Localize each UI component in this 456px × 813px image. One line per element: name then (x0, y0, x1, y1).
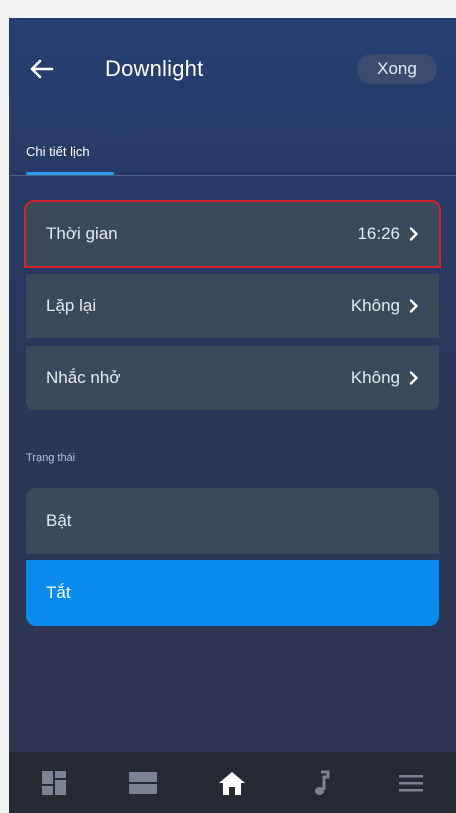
status-options: Bật Tắt (26, 488, 439, 626)
repeat-value: Không (350, 296, 400, 315)
chevron-right-icon (409, 371, 418, 385)
dashboard-icon (41, 770, 66, 795)
tab-schedule-details[interactable]: Chi tiết lịch (26, 144, 90, 159)
reminder-row[interactable]: Nhắc nhở Không (26, 346, 439, 410)
nav-item-dashboard[interactable] (34, 763, 74, 803)
music-icon (314, 770, 330, 795)
tab-divider (9, 175, 456, 176)
reminder-value-group: Không (351, 368, 419, 388)
header: Downlight Xong (9, 18, 456, 118)
bottom-nav (9, 752, 456, 813)
back-button[interactable] (27, 54, 57, 84)
time-value-group: 16:26 (357, 224, 419, 244)
repeat-label: Lặp lại (46, 296, 97, 315)
nav-item-home[interactable] (212, 763, 252, 803)
repeat-value-group: Không (351, 296, 419, 316)
page-title: Downlight (105, 56, 204, 81)
repeat-row[interactable]: Lặp lại Không (26, 274, 439, 338)
time-row[interactable]: Thời gian 16:26 (24, 200, 441, 268)
done-button[interactable]: Xong (357, 54, 437, 84)
nav-item-music[interactable] (302, 763, 342, 803)
time-label: Thời gian (46, 224, 118, 243)
arrow-left-icon (30, 59, 54, 79)
time-value: 16:26 (357, 224, 400, 243)
status-section-label: Trạng thái (26, 452, 76, 464)
chevron-right-icon (409, 299, 418, 313)
status-option-on[interactable]: Bật (26, 488, 439, 554)
devices-icon (129, 771, 158, 794)
app-screen: Downlight Xong Chi tiết lịch Thời gian 1… (9, 18, 456, 813)
reminder-value: Không (350, 368, 400, 387)
menu-icon (399, 774, 424, 791)
schedule-settings-list: Thời gian 16:26 Lặp lại Không Nhắc nhở K… (24, 200, 441, 410)
status-option-off[interactable]: Tắt (26, 560, 439, 626)
home-icon (219, 771, 246, 795)
nav-item-devices[interactable] (123, 763, 163, 803)
chevron-right-icon (409, 227, 418, 241)
nav-item-menu[interactable] (391, 763, 431, 803)
reminder-label: Nhắc nhở (46, 368, 121, 387)
